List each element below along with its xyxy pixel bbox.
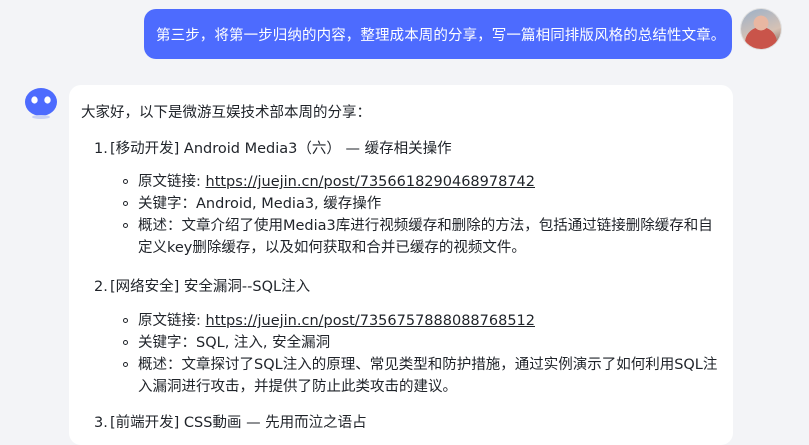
user-message-bubble: 第三步，将第一步归纳的内容，整理成本周的分享，写一篇相同排版风格的总结性文章。 xyxy=(144,9,732,59)
user-message-text: 第三步，将第一步归纳的内容，整理成本周的分享，写一篇相同排版风格的总结性文章。 xyxy=(156,27,726,44)
bullet-circle-icon xyxy=(123,340,128,345)
bullet-circle-icon xyxy=(123,201,128,206)
article-link-row: 原文链接: https://juejin.cn/post/73567578880… xyxy=(138,313,536,329)
article-item-title: 3. [前端开发] CSS動画 — 先用而泣之语占 xyxy=(94,415,367,431)
article-link[interactable]: https://juejin.cn/post/73567578880887685… xyxy=(206,313,536,329)
article-link[interactable]: https://juejin.cn/post/73566182904689787… xyxy=(206,174,536,190)
user-message-row: 第三步，将第一步归纳的内容，整理成本周的分享，写一篇相同排版风格的总结性文章。 xyxy=(0,0,809,80)
article-item-title: 1. [移动开发] Android Media3（六） — 缓存相关操作 xyxy=(94,141,452,157)
article-link-row: 原文链接: https://juejin.cn/post/73566182904… xyxy=(138,174,536,190)
bullet-circle-icon xyxy=(123,223,128,228)
bullet-circle-icon xyxy=(123,318,128,323)
user-avatar[interactable] xyxy=(741,9,781,49)
robot-face-icon xyxy=(25,88,57,119)
article-summary: 概述：文章探讨了SQL注入的原理、常见类型和防护措施，通过实例演示了如何利用SQ… xyxy=(138,357,718,395)
assistant-intro-text: 大家好，以下是微游互娱技术部本周的分享： xyxy=(81,105,371,121)
article-item-title: 2. [网络安全] 安全漏洞--SQL注入 xyxy=(94,279,311,295)
bullet-circle-icon xyxy=(123,362,128,367)
assistant-message-bubble: 大家好，以下是微游互娱技术部本周的分享： 1. [移动开发] Android Me… xyxy=(69,85,733,445)
article-summary: 概述：文章介绍了使用Media3库进行视频缓存和删除的方法，包括通过链接删除缓存… xyxy=(138,218,713,256)
article-keywords: 关键字：SQL, 注入, 安全漏洞 xyxy=(138,335,331,351)
article-keywords: 关键字：Android, Media3, 缓存操作 xyxy=(138,196,382,212)
bullet-circle-icon xyxy=(123,179,128,184)
